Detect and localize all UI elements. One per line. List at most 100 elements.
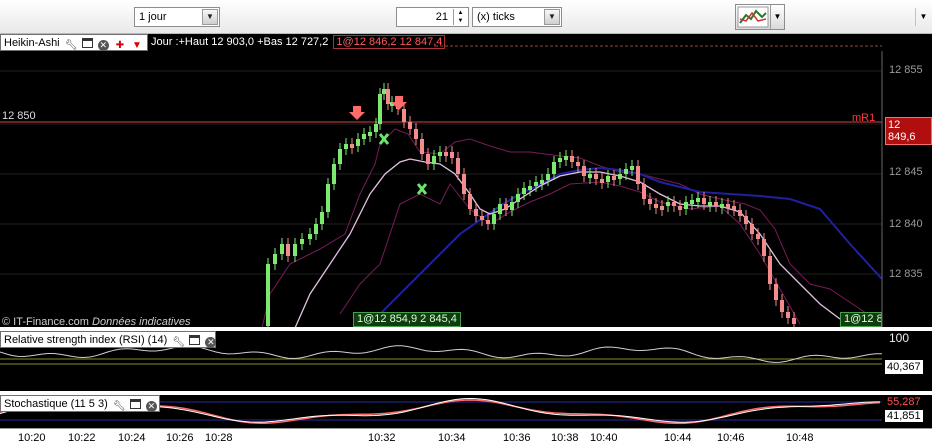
candle-down <box>408 122 412 129</box>
chevron-down-icon[interactable]: ▼ <box>202 9 218 25</box>
rsi-panel-header[interactable]: Relative strength index (RSI) (14) 🔧︎ ✕ <box>0 331 217 348</box>
candle-down <box>450 152 454 158</box>
candle-down <box>702 198 706 204</box>
window-icon[interactable] <box>189 335 201 345</box>
time-label: 10:26 <box>166 432 194 444</box>
candle-up <box>273 254 277 264</box>
candle-up <box>344 144 348 149</box>
time-label: 10:34 <box>438 432 466 444</box>
stoch-panel-header[interactable]: Stochastique (11 5 3) 🔧︎ ✕ <box>0 395 160 412</box>
time-label: 10:48 <box>786 432 814 444</box>
close-icon[interactable]: ✕ <box>145 401 157 412</box>
candle-up <box>708 202 712 206</box>
candle-up <box>684 202 688 209</box>
chevron-down-icon[interactable]: ▼ <box>544 9 560 25</box>
candle-down <box>582 166 586 176</box>
candle-down <box>750 224 754 234</box>
candle-down <box>286 244 290 256</box>
time-label: 10:28 <box>205 432 233 444</box>
wrench-icon[interactable]: 🔧︎ <box>172 337 185 348</box>
sell-order-icon[interactable]: ▼ <box>131 40 143 51</box>
candle-down <box>468 194 472 209</box>
spinner-icon[interactable]: ▲ ▼ <box>453 9 467 25</box>
candle-up <box>558 158 562 162</box>
toolbar-menu-button[interactable]: ▼ <box>915 8 931 26</box>
y-tick-label: 12 845 <box>889 166 923 178</box>
candle-down <box>600 179 604 183</box>
stoch-bottom-value: 41,851 <box>885 410 923 422</box>
candle-up <box>368 132 372 136</box>
buy-order-icon[interactable]: ✚ <box>114 40 126 51</box>
chevron-down-icon[interactable]: ▼ <box>770 5 784 29</box>
time-label: 10:32 <box>368 432 396 444</box>
chart-canvas[interactable] <box>0 34 932 428</box>
candle-up <box>300 239 304 244</box>
candle-down <box>456 158 460 174</box>
candle-down <box>426 154 430 164</box>
candle-down <box>486 220 490 224</box>
candle-down <box>780 300 784 312</box>
candle-up <box>690 200 694 204</box>
candle-down <box>660 206 664 210</box>
candle-down <box>738 210 742 216</box>
close-icon[interactable]: ✕ <box>97 40 109 51</box>
ticks-unit-value: (x) ticks <box>477 11 515 23</box>
candle-down <box>444 152 448 156</box>
candle-down <box>386 89 390 104</box>
candle-up <box>534 182 538 186</box>
candle-up <box>552 162 556 174</box>
day-high-low: Jour :+Haut 12 903,0 +Bas 12 727,2 <box>151 36 329 48</box>
time-label: 10:20 <box>18 432 46 444</box>
candle-down <box>642 184 646 199</box>
credit: © IT-Finance.com Données indicatives <box>2 316 190 328</box>
candle-down <box>474 209 478 216</box>
candle-up <box>308 234 312 239</box>
ticks-count-input[interactable]: 21 ▲ ▼ <box>396 7 469 27</box>
chart-type-button[interactable]: ▼ <box>735 4 785 30</box>
stoch-top-value: 55,287 <box>885 396 923 408</box>
candle-up <box>374 124 378 132</box>
candle-up <box>546 174 550 180</box>
candle-up <box>314 224 318 234</box>
candle-up <box>630 166 634 170</box>
period-select[interactable]: 1 jour ▼ <box>134 7 220 27</box>
time-label: 10:24 <box>118 432 146 444</box>
level-right-label: mR1 <box>852 112 876 124</box>
candle-up <box>293 244 297 256</box>
candle-down <box>714 202 718 206</box>
level-left-label: 12 850 <box>2 110 36 122</box>
wrench-icon[interactable]: 🔧︎ <box>113 401 126 412</box>
candle-up <box>666 202 670 206</box>
candle-down <box>792 318 796 324</box>
ticks-unit-select[interactable]: (x) ticks ▼ <box>472 7 562 27</box>
chart-area[interactable]: Heikin-Ashi 🔧︎ ✕ ✚ ▼ Jour :+Haut 12 903,… <box>0 34 932 428</box>
candle-up <box>338 149 342 164</box>
candle-up <box>438 152 442 156</box>
candle-down <box>768 256 772 284</box>
time-label: 10:38 <box>551 432 579 444</box>
main-panel-bg <box>0 51 882 327</box>
candle-down <box>504 204 508 210</box>
candle-up <box>378 94 382 124</box>
close-icon[interactable]: ✕ <box>205 337 217 348</box>
main-panel-header[interactable]: Heikin-Ashi 🔧︎ ✕ ✚ ▼ <box>0 34 148 51</box>
window-icon[interactable] <box>129 399 141 409</box>
candle-down <box>402 109 406 122</box>
candle-down <box>774 284 778 300</box>
rsi-value-tag: 40,367 <box>885 360 923 374</box>
bottom-trade-tag: 1@12 854,9 2 845,4 <box>353 312 461 327</box>
candle-down <box>576 162 580 166</box>
bottom-right-trade-tag: 1@12 8 <box>840 312 882 327</box>
candle-down <box>654 204 658 208</box>
candle-down <box>648 199 652 204</box>
candle-down <box>350 144 354 148</box>
candle-up <box>320 212 324 224</box>
candle-up <box>280 244 284 254</box>
candle-down <box>678 206 682 210</box>
wrench-icon[interactable]: 🔧︎ <box>65 40 78 51</box>
candle-down <box>726 204 730 208</box>
period-value: 1 jour <box>139 11 167 23</box>
candle-up <box>356 139 360 146</box>
window-icon[interactable] <box>81 38 93 48</box>
current-price-tag: 12 849,6 <box>885 117 932 145</box>
